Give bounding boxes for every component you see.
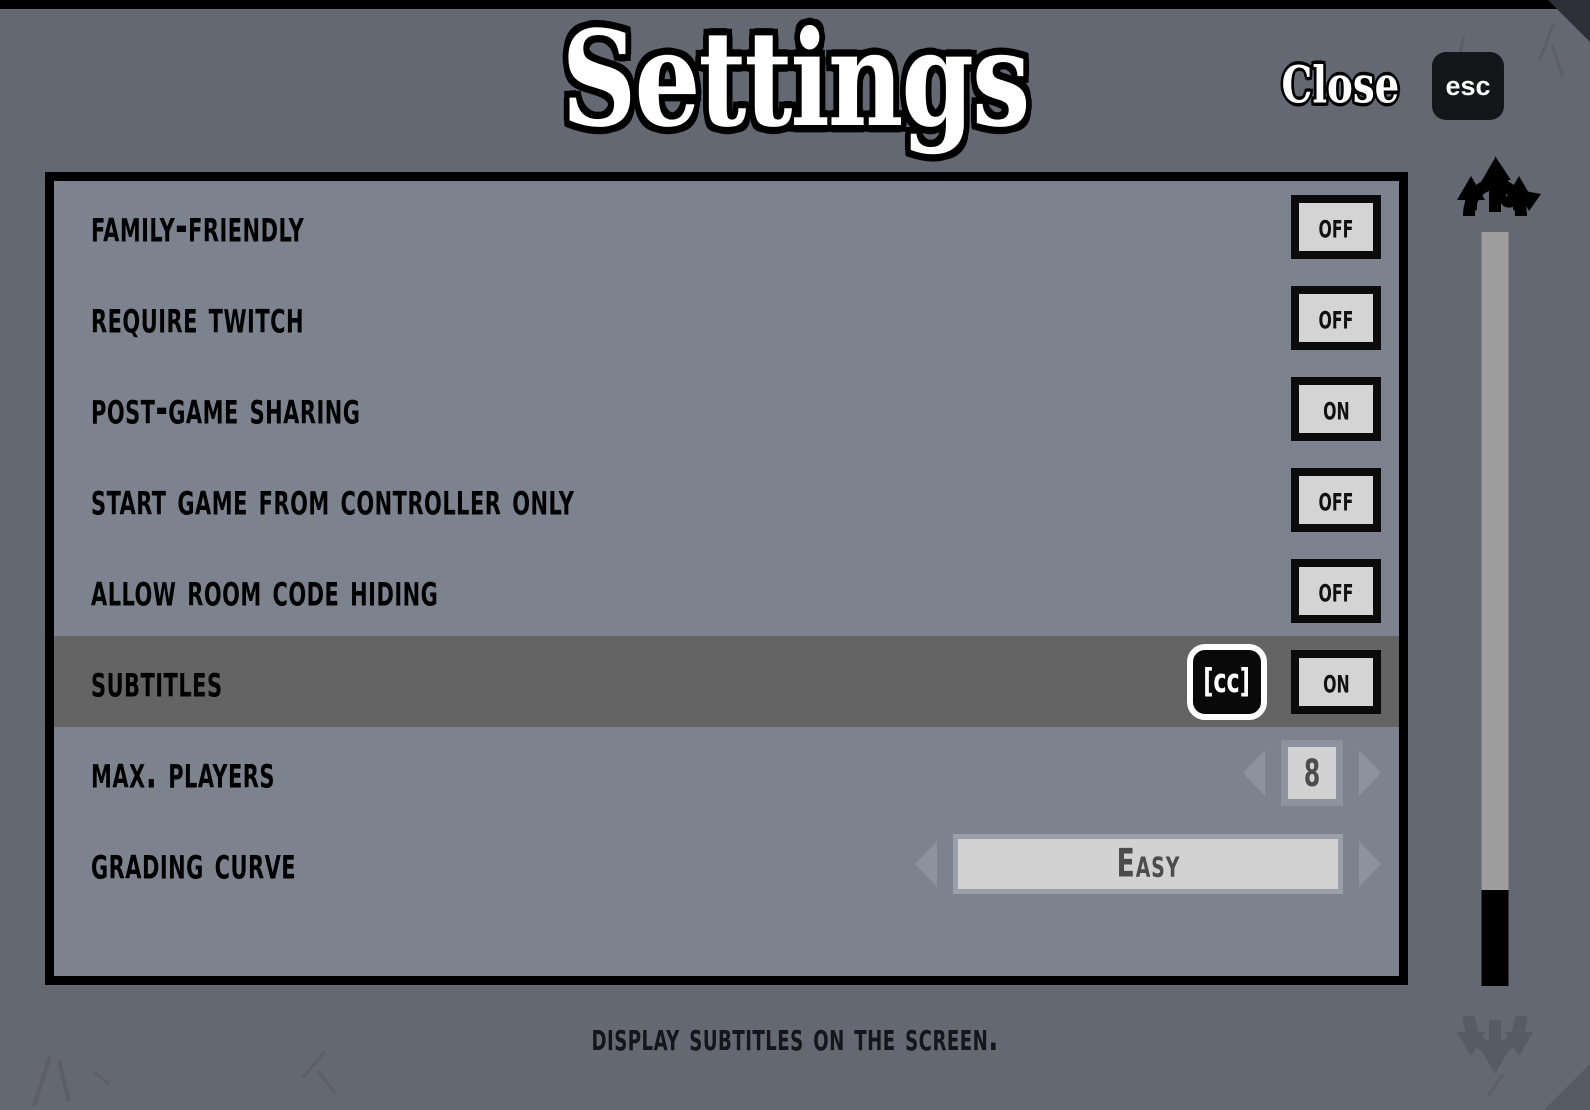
settings-row-control: On <box>1291 376 1399 441</box>
decorative-scratch <box>301 1051 326 1079</box>
settings-row[interactable]: Subtitles [cc] On <box>54 636 1399 727</box>
toggle-button-value: On <box>1322 388 1350 429</box>
settings-row-label: Subtitles <box>91 655 223 708</box>
closed-caption-icon: [cc] <box>1187 643 1267 720</box>
decorative-scratch <box>316 1070 337 1094</box>
settings-row[interactable]: Family-Friendly Off <box>54 181 1399 272</box>
option-value-text: Easy <box>1116 840 1180 887</box>
toggle-button-value: On <box>1322 661 1350 702</box>
settings-row-control: Off <box>1291 194 1399 259</box>
toggle-button[interactable]: Off <box>1291 194 1381 259</box>
decorative-scratch <box>92 1070 111 1086</box>
scrollbar[interactable] <box>1457 156 1541 1074</box>
settings-row-control: Off <box>1291 558 1399 623</box>
settings-row-label: Grading Curve <box>91 837 297 890</box>
option-next-arrow-icon[interactable] <box>1359 840 1381 887</box>
settings-row-label: Start Game from Controller Only <box>91 473 575 526</box>
settings-row[interactable]: Max. Players 8 <box>54 727 1399 818</box>
settings-row-label: Allow Room Code Hiding <box>91 564 439 617</box>
corner-cut-bottom-right <box>1544 1064 1590 1110</box>
toggle-button-value: Off <box>1318 206 1354 247</box>
toggle-button-value: Off <box>1318 570 1354 611</box>
toggle-button-value: Off <box>1318 297 1354 338</box>
scrollbar-thumb[interactable] <box>1481 890 1509 986</box>
stepper-control: 8 <box>1243 739 1381 806</box>
scrollbar-track[interactable] <box>1481 232 1509 986</box>
esc-key-button[interactable]: esc <box>1432 52 1504 120</box>
settings-row-control: Off <box>1291 285 1399 350</box>
close-label[interactable]: Close <box>1279 54 1401 119</box>
settings-row-label: Require Twitch <box>91 291 304 344</box>
settings-row-label: Family-Friendly <box>91 200 305 253</box>
settings-row[interactable]: Start Game from Controller Only Off <box>54 454 1399 545</box>
option-previous-arrow-icon[interactable] <box>915 840 937 887</box>
page-title-text: Settings <box>556 3 1035 157</box>
settings-row[interactable]: Grading Curve Easy <box>54 818 1399 909</box>
settings-row-control: Off <box>1291 467 1399 532</box>
stepper-value-text: 8 <box>1303 750 1321 795</box>
decorative-scratch <box>32 1055 52 1107</box>
settings-row[interactable]: Allow Room Code Hiding Off <box>54 545 1399 636</box>
stepper-decrement-arrow-icon[interactable] <box>1243 749 1265 796</box>
trident-up-icon[interactable] <box>1449 154 1541 224</box>
toggle-button[interactable]: On <box>1291 376 1381 441</box>
settings-row-control: 8 <box>1243 739 1399 806</box>
stepper-value[interactable]: 8 <box>1281 739 1343 806</box>
toggle-button[interactable]: Off <box>1291 558 1381 623</box>
settings-panel: Family-Friendly Off Require Twitch Off Post-… <box>45 172 1408 985</box>
option-value[interactable]: Easy <box>953 833 1343 894</box>
toggle-button-value: Off <box>1318 479 1354 520</box>
stepper-increment-arrow-icon[interactable] <box>1359 749 1381 796</box>
close-control-group[interactable]: Close esc <box>1275 52 1504 120</box>
settings-screen: Settings Close esc Family-Friendly Off Req… <box>0 0 1590 1110</box>
option-selector-control: Easy <box>915 833 1381 894</box>
decorative-scratch <box>56 1060 72 1102</box>
toggle-button[interactable]: Off <box>1291 285 1381 350</box>
help-caption-text: Display subtitles on the screen. <box>591 1014 999 1061</box>
toggle-button[interactable]: On <box>1291 649 1381 714</box>
settings-row-label: Max. Players <box>91 746 275 799</box>
closed-caption-icon-label: [cc] <box>1203 662 1251 701</box>
toggle-button[interactable]: Off <box>1291 467 1381 532</box>
settings-row[interactable]: Require Twitch Off <box>54 272 1399 363</box>
settings-row-list: Family-Friendly Off Require Twitch Off Post-… <box>54 181 1399 976</box>
help-caption: Display subtitles on the screen. <box>0 1015 1590 1061</box>
settings-row-control: [cc] On <box>1187 643 1399 720</box>
settings-row-control: Easy <box>915 833 1399 894</box>
settings-row-label: Post-Game Sharing <box>91 382 361 435</box>
settings-row[interactable]: Post-Game Sharing On <box>54 363 1399 454</box>
